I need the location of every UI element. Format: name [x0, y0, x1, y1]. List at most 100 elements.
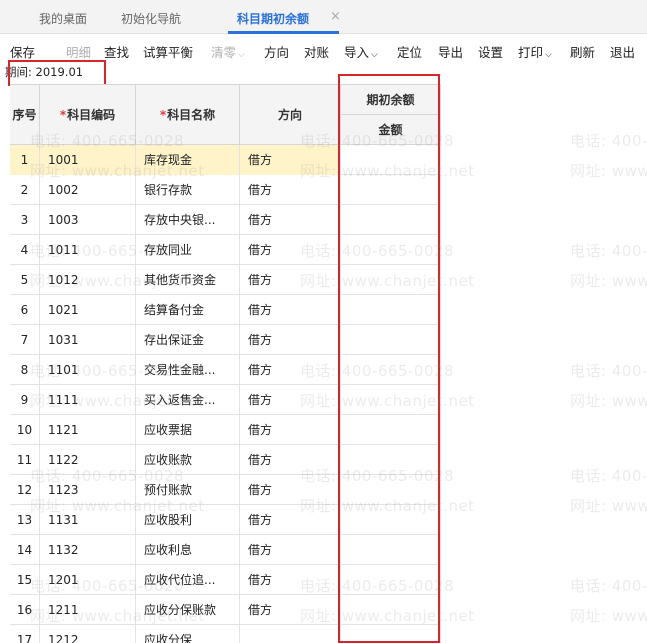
- table-row[interactable]: 17 1212 应收分保: [10, 625, 441, 643]
- direction-cell[interactable]: 借方: [240, 295, 341, 325]
- opening-balance-input[interactable]: [341, 145, 441, 175]
- table-row[interactable]: 3 1003 存放中央银... 借方: [10, 205, 441, 235]
- direction-cell[interactable]: 借方: [240, 175, 341, 205]
- account-code-cell[interactable]: 1201: [40, 565, 136, 595]
- account-name-cell[interactable]: 应收分保: [136, 625, 240, 643]
- table-row[interactable]: 13 1131 应收股利 借方: [10, 505, 441, 535]
- account-code-cell[interactable]: 1003: [40, 205, 136, 235]
- find-button[interactable]: 查找: [104, 42, 129, 61]
- tab-init-navigation[interactable]: 初始化导航: [121, 10, 181, 32]
- trial-balance-button[interactable]: 试算平衡: [143, 42, 193, 61]
- opening-balance-input[interactable]: [341, 445, 441, 475]
- header-name[interactable]: * 科目名称: [136, 85, 240, 145]
- account-code-cell[interactable]: 1212: [40, 625, 136, 643]
- opening-balance-input[interactable]: [341, 175, 441, 205]
- print-dropdown[interactable]: 打印 ⌵: [518, 42, 552, 61]
- exit-button[interactable]: 退出: [610, 42, 635, 61]
- header-code[interactable]: * 科目编码: [40, 85, 136, 145]
- table-row[interactable]: 7 1031 存出保证金 借方: [10, 325, 441, 355]
- direction-cell[interactable]: 借方: [240, 265, 341, 295]
- opening-balance-input[interactable]: [341, 205, 441, 235]
- account-name-cell[interactable]: 其他货币资金: [136, 265, 240, 295]
- direction-cell[interactable]: 借方: [240, 535, 341, 565]
- direction-cell[interactable]: 借方: [240, 415, 341, 445]
- table-row[interactable]: 9 1111 买入返售金... 借方: [10, 385, 441, 415]
- direction-cell[interactable]: 借方: [240, 235, 341, 265]
- direction-cell[interactable]: 借方: [240, 145, 341, 175]
- account-code-cell[interactable]: 1002: [40, 175, 136, 205]
- opening-balance-input[interactable]: [341, 355, 441, 385]
- account-code-cell[interactable]: 1021: [40, 295, 136, 325]
- account-name-cell[interactable]: 买入返售金...: [136, 385, 240, 415]
- account-code-cell[interactable]: 1131: [40, 505, 136, 535]
- reconcile-button[interactable]: 对账: [304, 42, 329, 61]
- table-row[interactable]: 11 1122 应收账款 借方: [10, 445, 441, 475]
- table-row[interactable]: 2 1002 银行存款 借方: [10, 175, 441, 205]
- opening-balance-input[interactable]: [341, 235, 441, 265]
- table-row[interactable]: 8 1101 交易性金融... 借方: [10, 355, 441, 385]
- account-code-cell[interactable]: 1012: [40, 265, 136, 295]
- account-code-cell[interactable]: 1123: [40, 475, 136, 505]
- account-code-cell[interactable]: 1101: [40, 355, 136, 385]
- table-row[interactable]: 14 1132 应收利息 借方: [10, 535, 441, 565]
- opening-balance-input[interactable]: [341, 385, 441, 415]
- account-code-cell[interactable]: 1122: [40, 445, 136, 475]
- opening-balance-input[interactable]: [341, 325, 441, 355]
- account-name-cell[interactable]: 应收利息: [136, 535, 240, 565]
- account-code-cell[interactable]: 1001: [40, 145, 136, 175]
- import-dropdown[interactable]: 导入 ⌵: [344, 42, 378, 61]
- close-icon[interactable]: ×: [330, 9, 341, 24]
- account-code-cell[interactable]: 1121: [40, 415, 136, 445]
- account-code-cell[interactable]: 1211: [40, 595, 136, 625]
- table-row[interactable]: 1 1001 库存现金 借方: [10, 145, 441, 175]
- tab-opening-balance[interactable]: 科目期初余额: [237, 10, 309, 32]
- table-row[interactable]: 10 1121 应收票据 借方: [10, 415, 441, 445]
- direction-cell[interactable]: 借方: [240, 565, 341, 595]
- table-row[interactable]: 6 1021 结算备付金 借方: [10, 295, 441, 325]
- opening-balance-input[interactable]: [341, 595, 441, 625]
- account-name-cell[interactable]: 应收分保账款: [136, 595, 240, 625]
- account-code-cell[interactable]: 1031: [40, 325, 136, 355]
- direction-cell[interactable]: 借方: [240, 445, 341, 475]
- opening-balance-input[interactable]: [341, 295, 441, 325]
- account-name-cell[interactable]: 交易性金融...: [136, 355, 240, 385]
- account-name-cell[interactable]: 应收票据: [136, 415, 240, 445]
- direction-cell[interactable]: 借方: [240, 505, 341, 535]
- account-name-cell[interactable]: 存放同业: [136, 235, 240, 265]
- direction-cell[interactable]: [240, 625, 341, 643]
- direction-cell[interactable]: 借方: [240, 385, 341, 415]
- locate-button[interactable]: 定位: [397, 42, 422, 61]
- account-name-cell[interactable]: 银行存款: [136, 175, 240, 205]
- direction-cell[interactable]: 借方: [240, 325, 341, 355]
- table-row[interactable]: 5 1012 其他货币资金 借方: [10, 265, 441, 295]
- opening-balance-input[interactable]: [341, 505, 441, 535]
- account-name-cell[interactable]: 预付账款: [136, 475, 240, 505]
- account-code-cell[interactable]: 1111: [40, 385, 136, 415]
- settings-button[interactable]: 设置: [478, 42, 503, 61]
- table-row[interactable]: 12 1123 预付账款 借方: [10, 475, 441, 505]
- account-name-cell[interactable]: 库存现金: [136, 145, 240, 175]
- table-row[interactable]: 16 1211 应收分保账款 借方: [10, 595, 441, 625]
- opening-balance-input[interactable]: [341, 475, 441, 505]
- opening-balance-input[interactable]: [341, 265, 441, 295]
- refresh-button[interactable]: 刷新: [570, 42, 595, 61]
- header-direction[interactable]: 方向: [240, 85, 341, 145]
- account-code-cell[interactable]: 1132: [40, 535, 136, 565]
- table-row[interactable]: 4 1011 存放同业 借方: [10, 235, 441, 265]
- export-button[interactable]: 导出: [438, 42, 463, 61]
- opening-balance-input[interactable]: [341, 625, 441, 643]
- direction-cell[interactable]: 借方: [240, 355, 341, 385]
- account-code-cell[interactable]: 1011: [40, 235, 136, 265]
- direction-button[interactable]: 方向: [264, 42, 289, 61]
- opening-balance-input[interactable]: [341, 535, 441, 565]
- save-button[interactable]: 保存: [10, 42, 35, 61]
- tab-my-desktop[interactable]: 我的桌面: [39, 10, 87, 32]
- opening-balance-input[interactable]: [341, 565, 441, 595]
- account-name-cell[interactable]: 存放中央银...: [136, 205, 240, 235]
- account-name-cell[interactable]: 存出保证金: [136, 325, 240, 355]
- direction-cell[interactable]: 借方: [240, 205, 341, 235]
- opening-balance-input[interactable]: [341, 415, 441, 445]
- direction-cell[interactable]: 借方: [240, 595, 341, 625]
- clear-dropdown[interactable]: 清零 ⌵: [211, 42, 245, 61]
- direction-cell[interactable]: 借方: [240, 475, 341, 505]
